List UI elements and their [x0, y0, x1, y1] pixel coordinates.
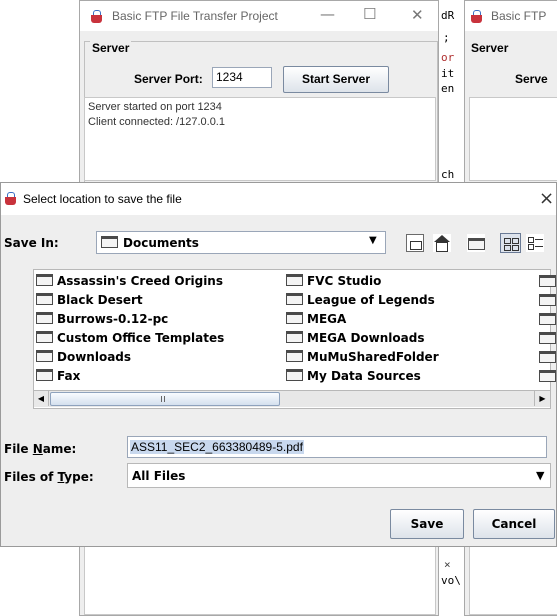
folder-item[interactable]: Custom Office Templates: [36, 331, 224, 345]
folder-icon: [36, 274, 53, 286]
folder-icon: [539, 275, 556, 287]
server-port-label: Server Port:: [134, 72, 203, 86]
folder-item[interactable]: MuMuSharedFolder: [286, 350, 439, 364]
code-text: ×: [444, 558, 451, 571]
scroll-right-icon[interactable]: ▶: [534, 391, 550, 406]
folder-icon: [539, 313, 556, 325]
folder-item[interactable]: League of Legends: [286, 293, 435, 307]
java-app-icon: [470, 10, 484, 24]
folder-icon: [36, 293, 53, 305]
code-text: it: [441, 67, 455, 80]
file-name-input[interactable]: ASS11_SEC2_663380489-5.pdf: [127, 436, 547, 458]
window-title: Basic FTP: [491, 9, 547, 23]
window-title: Basic FTP File Transfer Project: [112, 9, 278, 23]
log-line: Server started on port 1234: [88, 101, 222, 113]
save-file-dialog: Select location to save the file × Save …: [0, 182, 557, 547]
folder-icon: [539, 332, 556, 344]
folder-item[interactable]: Burrows-0.12-pc: [36, 312, 168, 326]
code-text: ;: [443, 31, 450, 44]
dialog-close-button[interactable]: ×: [539, 188, 554, 209]
save-in-label: Save In:: [4, 236, 59, 250]
folder-item[interactable]: Assassin's Creed Origins: [36, 274, 223, 288]
save-button[interactable]: Save: [390, 509, 464, 539]
list-view-icon[interactable]: [500, 233, 521, 253]
folder-icon: [36, 331, 53, 343]
code-text: or: [441, 51, 455, 64]
scrollbar-thumb[interactable]: [50, 392, 280, 406]
folder-item[interactable]: Fax: [36, 369, 80, 383]
folder-icon: [36, 369, 53, 381]
folder-icon: [539, 351, 556, 363]
start-server-button[interactable]: Start Server: [283, 66, 389, 93]
cancel-button[interactable]: Cancel: [473, 509, 555, 539]
file-name-label: File Name:: [4, 442, 77, 456]
folder-icon: [286, 331, 303, 343]
folder-icon: [286, 274, 303, 286]
details-view-icon[interactable]: [526, 234, 544, 252]
folder-icon: [286, 350, 303, 362]
home-icon[interactable]: [433, 234, 451, 252]
folder-icon: [101, 236, 122, 250]
server-section-label: Server: [471, 41, 509, 55]
save-in-combobox[interactable]: Documents ▼: [96, 231, 386, 254]
folder-icon: [36, 312, 53, 324]
new-folder-icon[interactable]: [467, 234, 485, 252]
folder-item[interactable]: MEGA: [286, 312, 346, 326]
server-log-area: Server started on port 1234 Client conne…: [84, 97, 436, 181]
up-folder-icon[interactable]: [406, 234, 424, 252]
second-title-bar: Basic FTP: [465, 1, 557, 31]
horizontal-scrollbar[interactable]: ◀ ▶: [34, 390, 550, 407]
code-text: ch: [441, 168, 455, 181]
bottom-text-area: [469, 541, 557, 615]
scroll-left-icon[interactable]: ◀: [34, 391, 49, 406]
file-type-value: All Files: [132, 469, 186, 483]
java-app-icon: [90, 10, 104, 24]
folder-icon: [539, 370, 556, 382]
minimize-button[interactable]: —: [320, 5, 335, 23]
close-button[interactable]: ✕: [411, 6, 424, 24]
file-list[interactable]: Assassin's Creed Origins Black Desert Bu…: [33, 269, 556, 409]
dialog-title: Select location to save the file: [23, 192, 182, 206]
code-text: vo\: [441, 574, 461, 587]
folder-icon: [36, 350, 53, 362]
server-section-label: Server: [90, 41, 132, 55]
folder-item[interactable]: Black Desert: [36, 293, 143, 307]
folder-icon: [286, 369, 303, 381]
save-in-value: Documents: [123, 236, 199, 250]
dialog-title-bar: Select location to save the file ×: [1, 183, 556, 215]
folder-item[interactable]: FVC Studio: [286, 274, 381, 288]
folder-item[interactable]: My Data Sources: [286, 369, 421, 383]
file-type-combobox[interactable]: All Files ▼: [127, 463, 551, 488]
chevron-down-icon[interactable]: ▼: [536, 469, 544, 482]
code-text: en: [441, 82, 455, 95]
folder-icon: [539, 294, 556, 306]
ftp-title-bar: Basic FTP File Transfer Project — ☐ ✕: [80, 1, 438, 31]
server-port-label: Serve: [515, 72, 548, 86]
log-line: Client connected: /127.0.0.1: [88, 116, 225, 128]
server-log-area: [469, 97, 557, 181]
folder-icon: [286, 312, 303, 324]
server-port-input[interactable]: 1234: [212, 67, 272, 88]
bottom-text-area: [84, 541, 436, 615]
file-name-value: ASS11_SEC2_663380489-5.pdf: [130, 440, 304, 454]
file-type-label: Files of Type:: [4, 470, 94, 484]
maximize-button[interactable]: ☐: [363, 5, 376, 23]
folder-item[interactable]: Downloads: [36, 350, 131, 364]
folder-item[interactable]: MEGA Downloads: [286, 331, 424, 345]
folder-icon: [286, 293, 303, 305]
chevron-down-icon[interactable]: ▼: [369, 235, 377, 246]
code-text: dR: [441, 9, 455, 22]
java-app-icon: [4, 192, 18, 206]
